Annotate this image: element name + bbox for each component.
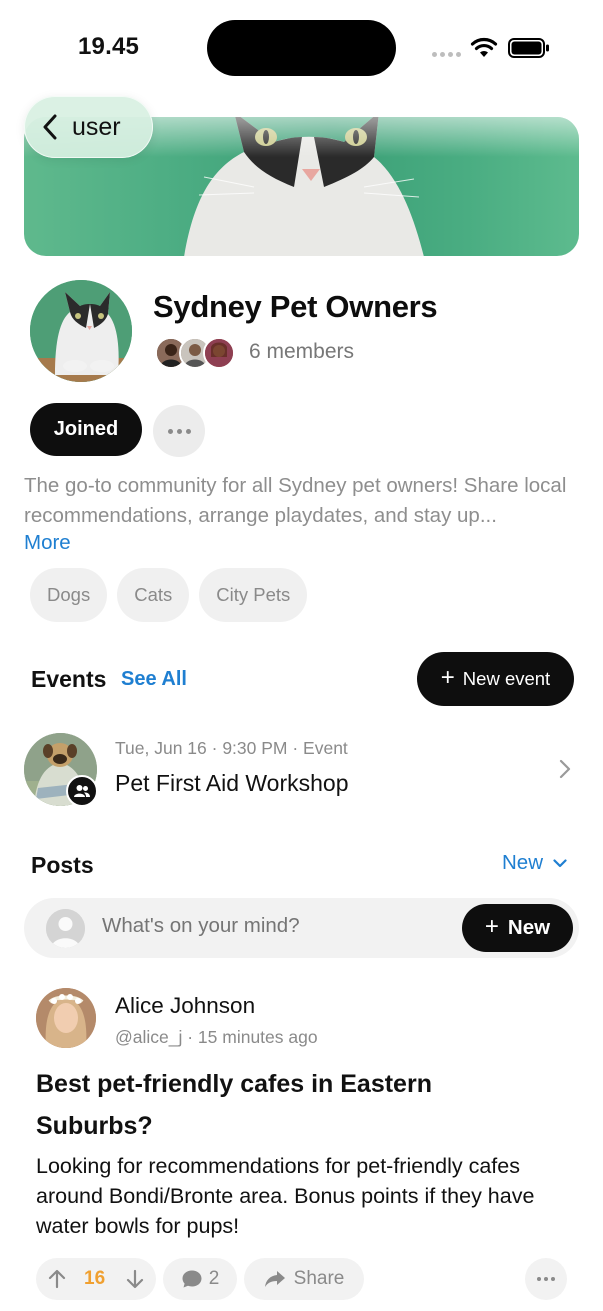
share-arrow-icon — [264, 1271, 285, 1287]
back-label: user — [72, 112, 121, 141]
group-avatar — [30, 280, 132, 382]
share-button[interactable]: Share — [244, 1258, 364, 1300]
wifi-icon — [470, 37, 498, 57]
events-section-title: Events — [31, 666, 107, 692]
back-button[interactable]: user — [24, 96, 153, 158]
share-label: Share — [293, 1268, 345, 1289]
post-title[interactable]: Best pet-friendly cafes in Eastern Subur… — [36, 1063, 506, 1147]
chevron-left-icon — [43, 114, 57, 140]
dynamic-island — [207, 20, 396, 76]
event-item[interactable]: Tue, Jun 16 · 9:30 PM · Event Pet First … — [24, 733, 579, 807]
upvote-arrow-icon[interactable] — [46, 1268, 68, 1290]
user-avatar-placeholder-icon — [46, 909, 85, 948]
chevron-down-icon — [553, 858, 567, 867]
new-event-label: New event — [462, 668, 551, 689]
member-avatars[interactable] — [155, 337, 235, 369]
post-body: Looking for recommendations for pet-frie… — [36, 1154, 535, 1238]
group-event-badge-icon — [66, 775, 98, 807]
author-avatar[interactable] — [36, 988, 96, 1048]
more-options-button[interactable] — [153, 405, 205, 457]
ellipsis-icon — [167, 428, 173, 434]
member-avatar — [203, 337, 235, 369]
tag-city-pets[interactable]: City Pets — [199, 568, 308, 622]
new-event-button[interactable]: + New event — [417, 652, 574, 706]
new-post-label: New — [507, 916, 551, 939]
tag-dogs[interactable]: Dogs — [30, 568, 108, 622]
new-post-button[interactable]: + New — [462, 904, 573, 952]
status-time: 19.45 — [78, 33, 140, 60]
post-more-options-button[interactable] — [525, 1258, 567, 1300]
see-all-events-link[interactable]: See All — [121, 668, 187, 691]
event-meta: Tue, Jun 16 · 9:30 PM · Event — [115, 738, 348, 758]
group-name: Sydney Pet Owners — [153, 289, 438, 324]
comment-count: 2 — [208, 1268, 220, 1289]
sort-dropdown[interactable]: New — [502, 851, 567, 875]
status-bar: 19.45 — [0, 0, 603, 96]
posts-section-title: Posts — [31, 852, 94, 878]
signal-icon — [432, 52, 461, 57]
post-composer-input[interactable] — [102, 914, 442, 938]
plus-icon: + — [440, 664, 455, 691]
tag-list: Dogs Cats City Pets — [30, 568, 308, 622]
member-count[interactable]: 6 members — [249, 340, 354, 364]
ellipsis-icon — [537, 1277, 541, 1281]
event-name: Pet First Aid Workshop — [115, 770, 349, 796]
group-avatar-cat-image — [30, 280, 132, 382]
group-description: The go-to community for all Sydney pet o… — [24, 474, 567, 527]
description-more-link[interactable]: More — [24, 531, 71, 555]
post-composer[interactable]: + New — [24, 898, 579, 958]
plus-icon: + — [484, 913, 499, 940]
post-author-name[interactable]: Alice Johnson — [115, 993, 255, 1019]
post-author-meta: @alice_j · 15 minutes ago — [115, 1027, 318, 1047]
vote-control: 16 — [36, 1258, 156, 1300]
battery-icon — [508, 38, 549, 58]
downvote-arrow-icon[interactable] — [124, 1268, 146, 1290]
chevron-right-icon — [559, 759, 571, 779]
tag-cats[interactable]: Cats — [117, 568, 190, 622]
comments-button[interactable]: 2 — [163, 1258, 237, 1300]
vote-count: 16 — [84, 1268, 106, 1289]
comment-bubble-icon — [182, 1270, 202, 1288]
sort-label: New — [502, 851, 544, 874]
joined-button[interactable]: Joined — [30, 403, 142, 456]
